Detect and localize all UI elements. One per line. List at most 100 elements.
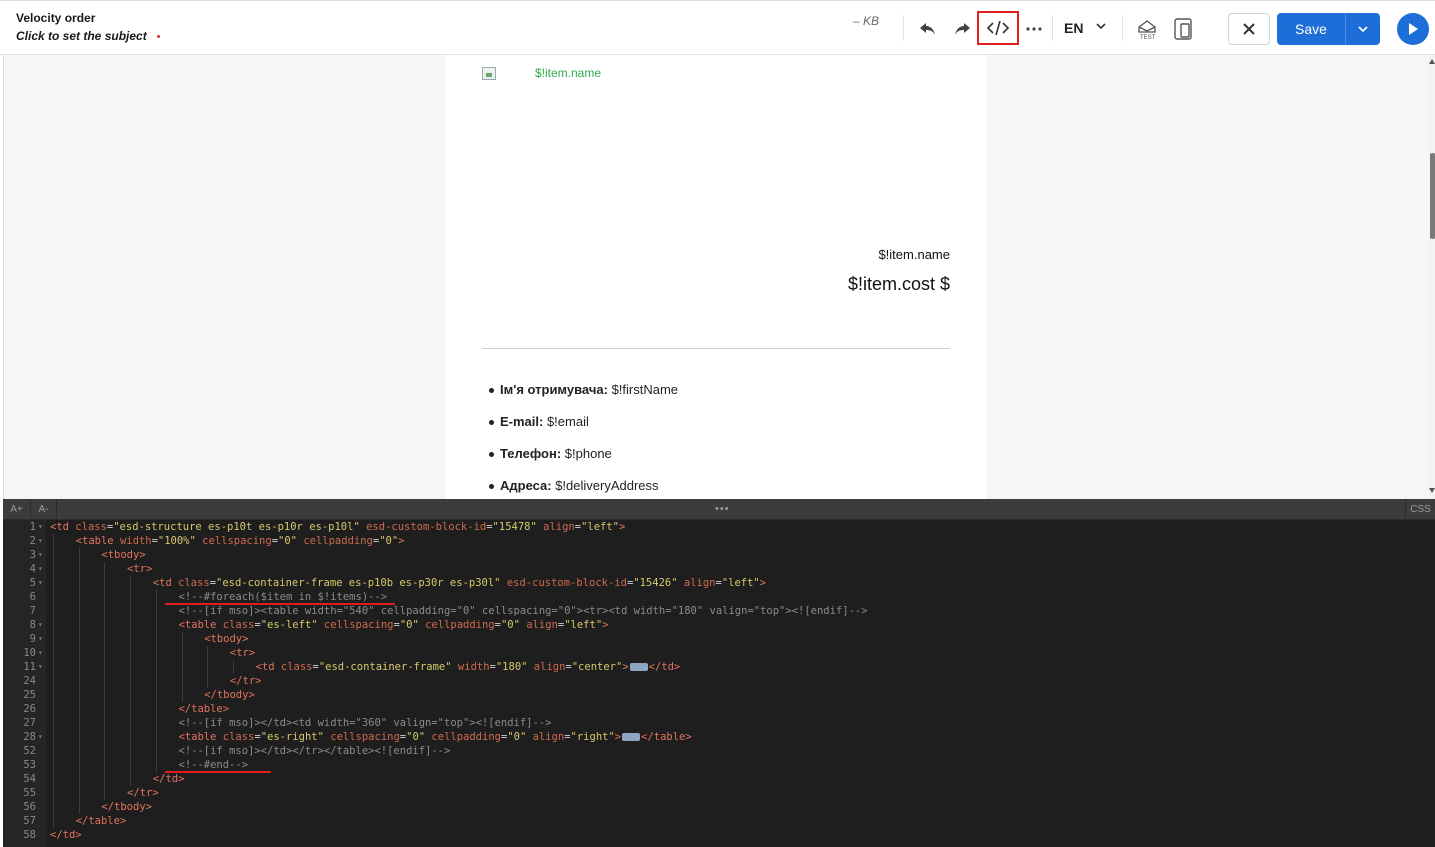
recipient-info-item[interactable]: Телефон: $!phone bbox=[486, 445, 678, 477]
item-name-text[interactable]: $!item.name bbox=[878, 247, 950, 262]
recipient-info-item[interactable]: Адреса: $!deliveryAddress bbox=[486, 477, 678, 499]
fold-toggle-icon[interactable]: ▾ bbox=[38, 618, 46, 632]
fold-toggle-icon[interactable]: ▾ bbox=[38, 730, 46, 744]
code-line[interactable]: 4 ▾ <tr> bbox=[3, 562, 1435, 576]
code-line[interactable]: 9 ▾ <tbody> bbox=[3, 632, 1435, 646]
chevron-down-icon[interactable] bbox=[1096, 23, 1106, 30]
language-selector[interactable]: EN bbox=[1064, 20, 1083, 36]
code-line[interactable]: 28 ▾ <table class="es-right" cellspacing="… bbox=[3, 730, 1435, 744]
scroll-up-arrow-icon[interactable] bbox=[1429, 59, 1435, 64]
template-title-block[interactable]: Velocity order Click to set the subject bbox=[16, 10, 160, 44]
code-line[interactable]: 55 </tr> bbox=[3, 786, 1435, 800]
code-line[interactable]: 27 <!--[if mso]></td><td width="360" vali… bbox=[3, 716, 1435, 730]
content-divider bbox=[482, 348, 950, 349]
code-line[interactable]: 6 <!--#foreach($item in $!items)--> bbox=[3, 590, 1435, 604]
code-text[interactable]: <tbody> bbox=[101, 548, 145, 562]
code-line[interactable]: 3 ▾ <tbody> bbox=[3, 548, 1435, 562]
code-line[interactable]: 53 <!--#end--> bbox=[3, 758, 1435, 772]
code-text[interactable]: <!--[if mso]></td></tr></table><![endif]… bbox=[179, 744, 451, 758]
collapsed-code-badge[interactable] bbox=[629, 663, 648, 671]
code-text[interactable]: <!--[if mso]><table width="540" cellpadd… bbox=[179, 604, 868, 618]
font-decrease-button[interactable]: A- bbox=[31, 499, 57, 520]
recipient-info-list[interactable]: Ім'я отримувача: $!firstName E-mail: $!em… bbox=[486, 381, 678, 499]
send-test-button[interactable]: TEST bbox=[1134, 13, 1160, 45]
code-line[interactable]: 1 ▾ <td class="esd-structure es-p10t es-p1… bbox=[3, 520, 1435, 534]
css-toggle-button[interactable]: CSS bbox=[1405, 499, 1435, 520]
code-text[interactable]: <table width="100%" cellspacing="0" cell… bbox=[76, 534, 405, 548]
code-line[interactable]: 10 ▾ <tr> bbox=[3, 646, 1435, 660]
email-canvas[interactable]: $!item.name $!item.name $!item.cost $ Ім… bbox=[446, 55, 986, 499]
save-button[interactable]: Save bbox=[1277, 13, 1345, 45]
code-line[interactable]: 7 <!--[if mso]><table width="540" cellpad… bbox=[3, 604, 1435, 618]
scroll-down-arrow-icon[interactable] bbox=[1429, 488, 1435, 493]
code-text[interactable]: <tr> bbox=[127, 562, 152, 576]
close-button[interactable] bbox=[1228, 13, 1270, 45]
collapsed-code-badge[interactable] bbox=[622, 733, 641, 741]
code-line[interactable]: 25 </tbody> bbox=[3, 688, 1435, 702]
code-token: "15478" bbox=[492, 521, 537, 533]
code-editor-panel[interactable]: A+ A- ••• CSS 1 ▾ <td class="esd-structure… bbox=[3, 499, 1435, 847]
code-line[interactable]: 56 </tbody> bbox=[3, 800, 1435, 814]
code-token: "15426" bbox=[633, 577, 678, 589]
code-editor-button[interactable] bbox=[977, 11, 1019, 45]
fold-toggle-icon[interactable]: ▾ bbox=[38, 576, 46, 590]
fold-toggle-icon[interactable]: ▾ bbox=[38, 520, 46, 534]
preview-scrollbar[interactable] bbox=[1429, 55, 1435, 499]
broken-image-icon[interactable] bbox=[482, 67, 496, 80]
item-name-link[interactable]: $!item.name bbox=[535, 66, 601, 80]
code-text[interactable]: <tbody> bbox=[204, 632, 248, 646]
fold-toggle-icon[interactable]: ▾ bbox=[38, 534, 46, 548]
fold-toggle-icon[interactable]: ▾ bbox=[38, 646, 46, 660]
code-text[interactable]: </table> bbox=[76, 814, 127, 828]
code-text[interactable]: </table> bbox=[179, 702, 230, 716]
mobile-preview-button[interactable] bbox=[1170, 13, 1196, 45]
code-line[interactable]: 26 </table> bbox=[3, 702, 1435, 716]
code-line[interactable]: 52 <!--[if mso]></td></tr></table><![endi… bbox=[3, 744, 1435, 758]
code-text[interactable]: <!--[if mso]></td><td width="360" valign… bbox=[179, 716, 552, 730]
code-text[interactable]: <td class="esd-container-frame es-p10b e… bbox=[153, 576, 766, 590]
code-text[interactable]: </tr> bbox=[127, 786, 159, 800]
code-text[interactable]: </tbody> bbox=[204, 688, 255, 702]
code-token: <!--#foreach($item in $!items)--> bbox=[178, 591, 388, 603]
code-text[interactable]: <table class="es-right" cellspacing="0" … bbox=[179, 730, 692, 744]
subject-placeholder[interactable]: Click to set the subject bbox=[16, 28, 147, 44]
preview-scroll-thumb[interactable] bbox=[1430, 153, 1435, 239]
code-line[interactable]: 11 ▾ <td class="esd-container-frame" width… bbox=[3, 660, 1435, 674]
item-cost-text[interactable]: $!item.cost $ bbox=[848, 274, 950, 295]
subject-row[interactable]: Click to set the subject bbox=[16, 28, 160, 44]
code-text[interactable]: <td class="esd-container-frame" width="1… bbox=[256, 660, 681, 674]
undo-button[interactable] bbox=[914, 13, 942, 45]
code-line[interactable]: 5 ▾ <td class="esd-container-frame es-p10b… bbox=[3, 576, 1435, 590]
code-text[interactable]: </tr> bbox=[230, 674, 262, 688]
template-title[interactable]: Velocity order bbox=[16, 10, 160, 26]
code-text[interactable]: <!--#end--> bbox=[179, 758, 249, 772]
line-number: 6 bbox=[29, 591, 36, 603]
email-preview-area[interactable]: $!item.name $!item.name $!item.cost $ Ім… bbox=[3, 55, 1435, 499]
font-increase-button[interactable]: A+ bbox=[3, 499, 31, 520]
fold-toggle-icon[interactable]: ▾ bbox=[38, 660, 46, 674]
code-line[interactable]: 58 </td> bbox=[3, 828, 1435, 842]
panel-resize-handle[interactable]: ••• bbox=[715, 503, 730, 515]
redo-button[interactable] bbox=[948, 13, 976, 45]
code-text[interactable]: <td class="esd-structure es-p10t es-p10r… bbox=[50, 520, 625, 534]
recipient-info-item[interactable]: E-mail: $!email bbox=[486, 413, 678, 445]
code-lines[interactable]: 1 ▾ <td class="esd-structure es-p10t es-p1… bbox=[3, 520, 1435, 842]
code-line[interactable]: 54 </td> bbox=[3, 772, 1435, 786]
code-text[interactable]: <tr> bbox=[230, 646, 255, 660]
code-line[interactable]: 2 ▾ <table width="100%" cellspacing="0" ce… bbox=[3, 534, 1435, 548]
fold-toggle-icon[interactable]: ▾ bbox=[38, 548, 46, 562]
fold-toggle-icon[interactable]: ▾ bbox=[38, 562, 46, 576]
code-line[interactable]: 24 </tr> bbox=[3, 674, 1435, 688]
code-text[interactable]: </td> bbox=[153, 772, 185, 786]
code-text[interactable]: <table class="es-left" cellspacing="0" c… bbox=[179, 618, 609, 632]
preview-play-button[interactable] bbox=[1397, 13, 1429, 45]
recipient-info-item[interactable]: Ім'я отримувача: $!firstName bbox=[486, 381, 678, 413]
more-options-button[interactable] bbox=[1022, 13, 1046, 45]
code-line[interactable]: 57 </table> bbox=[3, 814, 1435, 828]
code-text[interactable]: </tbody> bbox=[101, 800, 152, 814]
code-line[interactable]: 8 ▾ <table class="es-left" cellspacing="0"… bbox=[3, 618, 1435, 632]
save-options-button[interactable] bbox=[1345, 13, 1380, 45]
code-text[interactable]: <!--#foreach($item in $!items)--> bbox=[179, 590, 388, 604]
fold-toggle-icon[interactable]: ▾ bbox=[38, 632, 46, 646]
code-text[interactable]: </td> bbox=[50, 828, 82, 842]
